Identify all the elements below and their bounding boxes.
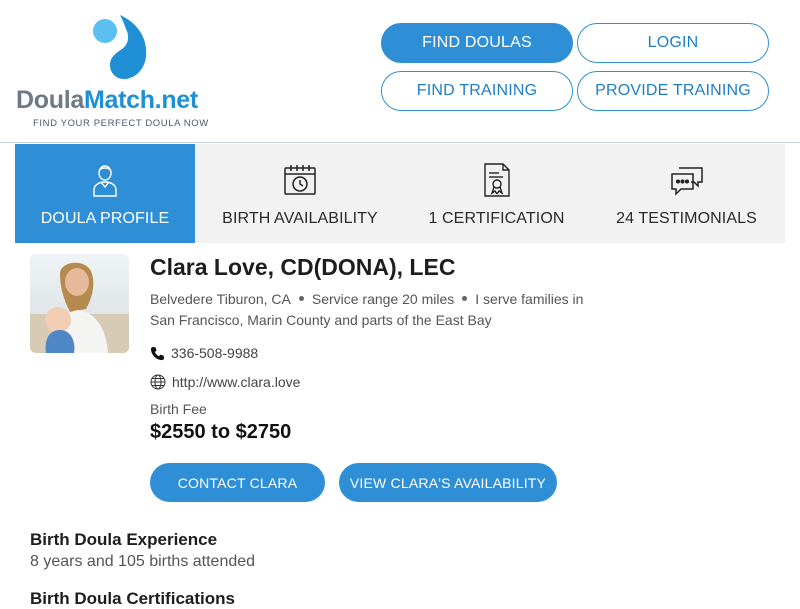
doula-photo	[30, 254, 129, 353]
logo-wordmark: DoulaMatch.net	[16, 86, 198, 115]
tab-certification[interactable]: 1 CERTIFICATION	[405, 144, 588, 243]
logo-word-2: Match.net	[83, 86, 198, 114]
chat-bubbles-icon	[670, 167, 703, 196]
doula-location: Belvedere Tiburon, CA	[150, 291, 291, 307]
fee-label: Birth Fee	[150, 401, 207, 417]
find-doulas-button[interactable]: FIND DOULAS	[381, 23, 573, 63]
doula-service-info: Belvedere Tiburon, CA Service range 20 mi…	[150, 289, 630, 331]
experience-heading: Birth Doula Experience	[30, 530, 218, 549]
tab-label: BIRTH AVAILABILITY	[222, 210, 378, 227]
service-areas-intro: I serve families in	[475, 291, 584, 307]
find-training-button[interactable]: FIND TRAINING	[381, 71, 573, 111]
phone-number: 336-508-9988	[171, 345, 259, 361]
logo-drop-icon	[93, 15, 147, 79]
doula-person-icon	[93, 165, 117, 197]
certificate-icon	[483, 163, 510, 197]
service-areas: San Francisco, Marin County and parts of…	[150, 312, 492, 328]
experience-text: 8 years and 105 births attended	[30, 553, 256, 570]
site-header: DoulaMatch.net FIND YOUR PERFECT DOULA N…	[0, 0, 800, 143]
tab-doula-profile[interactable]: DOULA PROFILE	[15, 144, 195, 243]
logo-word-1: Doula	[16, 86, 84, 114]
website-line[interactable]: http://www.clara.love	[150, 374, 300, 390]
logo-tagline: FIND YOUR PERFECT DOULA NOW	[33, 118, 209, 129]
phone-line[interactable]: 336-508-9988	[150, 345, 258, 361]
provide-training-button[interactable]: PROVIDE TRAINING	[577, 71, 769, 111]
separator-dot	[462, 295, 468, 301]
tab-label: 24 TESTIMONIALS	[616, 210, 757, 227]
birth-fee: $2550 to $2750	[150, 421, 292, 443]
view-availability-button[interactable]: VIEW CLARA'S AVAILABILITY	[339, 463, 557, 502]
tab-testimonials[interactable]: 24 TESTIMONIALS	[588, 144, 785, 243]
website-link[interactable]: http://www.clara.love	[172, 374, 300, 390]
certifications-heading: Birth Doula Certifications	[30, 589, 235, 608]
tab-label: 1 CERTIFICATION	[428, 210, 565, 227]
contact-button[interactable]: CONTACT CLARA	[150, 463, 325, 502]
calendar-clock-icon	[284, 165, 316, 195]
site-logo[interactable]: DoulaMatch.net FIND YOUR PERFECT DOULA N…	[16, 10, 221, 135]
doula-name: Clara Love, CD(DONA), LEC	[150, 254, 456, 280]
profile-tabs: DOULA PROFILE BIRTH AVAILABILITY 1 CERTI…	[15, 144, 785, 243]
tab-label: DOULA PROFILE	[40, 210, 170, 227]
separator-dot	[298, 295, 304, 301]
service-range: Service range 20 miles	[311, 291, 455, 307]
globe-icon	[150, 374, 166, 390]
tab-birth-availability[interactable]: BIRTH AVAILABILITY	[195, 144, 405, 243]
phone-icon	[150, 346, 165, 360]
login-button[interactable]: LOGIN	[577, 23, 769, 63]
